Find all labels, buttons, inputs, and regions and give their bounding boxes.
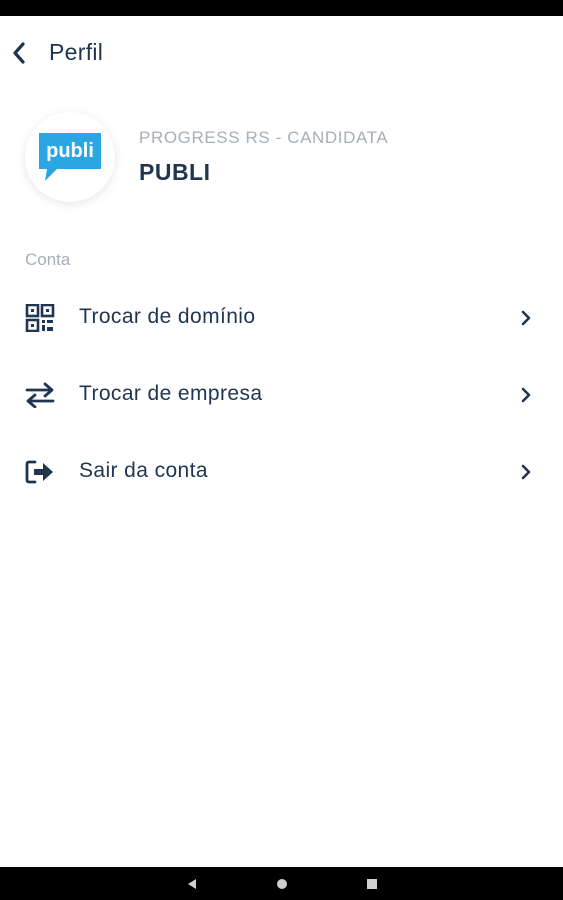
menu-item-logout[interactable]: Sair da conta [0,433,563,510]
account-menu: Trocar de domínio Trocar de empresa Sair… [0,279,563,510]
back-button[interactable] [4,36,34,70]
nav-recents-button[interactable] [352,867,392,900]
menu-item-label: Trocar de empresa [79,382,263,405]
company-profile: publi PROGRESS RS - CANDIDATA PUBLI [0,112,563,212]
menu-item-label: Sair da conta [79,459,208,482]
status-bar [0,0,563,16]
logo-text: publi [46,140,94,162]
triangle-back-icon [188,878,196,889]
logout-icon [24,458,56,486]
section-label-conta: Conta [25,250,71,269]
chevron-right-icon [516,385,536,405]
chevron-right-icon [516,308,536,328]
company-subtitle: PROGRESS RS - CANDIDATA [139,128,389,147]
page-title: Perfil [49,39,104,65]
square-recents-icon [367,878,377,889]
company-name: PUBLI [139,159,211,185]
chevron-right-icon [516,462,536,482]
swap-arrows-icon [24,381,56,409]
nav-home-button[interactable] [262,867,302,900]
chevron-left-icon [13,42,25,64]
system-navigation-bar [0,867,563,900]
profile-screen: Perfil publi PROGRESS RS - CANDIDATA PUB… [0,16,563,867]
circle-home-icon [277,878,287,889]
qr-code-icon [24,304,56,332]
nav-back-button[interactable] [172,867,212,900]
menu-item-change-company[interactable]: Trocar de empresa [0,356,563,433]
menu-item-change-domain[interactable]: Trocar de domínio [0,279,563,356]
header: Perfil [0,16,563,88]
publi-logo-icon: publi [39,133,101,181]
menu-item-label: Trocar de domínio [79,305,256,328]
company-logo: publi [25,112,115,202]
